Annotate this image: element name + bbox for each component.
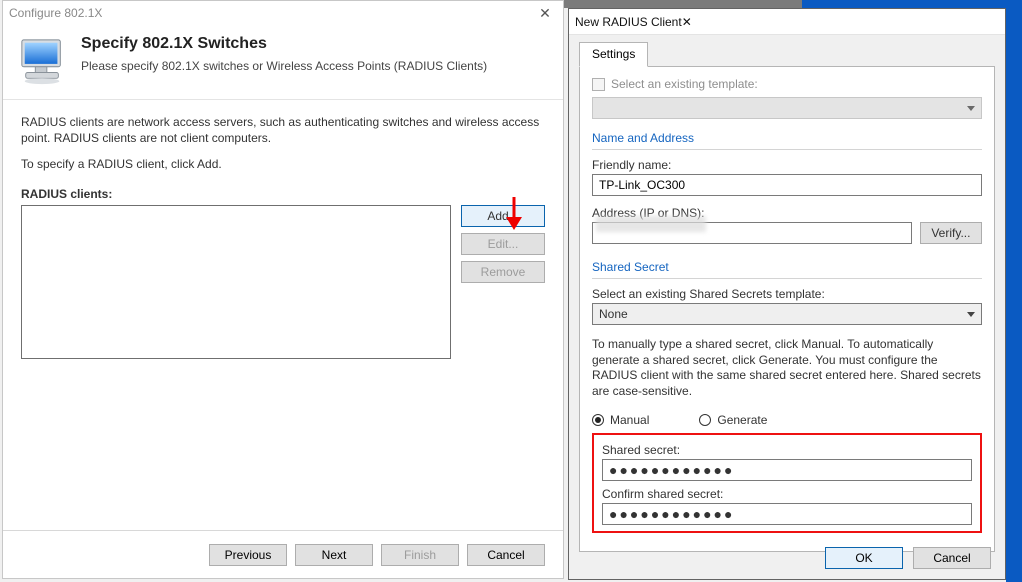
wizard-body: RADIUS clients are network access server… (3, 100, 563, 373)
window-title: Configure 802.1X (9, 6, 102, 20)
next-button[interactable]: Next (295, 544, 373, 566)
wizard-heading: Specify 802.1X Switches (81, 35, 487, 53)
shared-secret-label: Shared secret: (602, 443, 972, 457)
separator (592, 278, 982, 279)
dialog-title: New RADIUS Client (575, 15, 682, 29)
ok-button[interactable]: OK (825, 547, 903, 569)
separator (592, 149, 982, 150)
manual-help-text: To manually type a shared secret, click … (592, 337, 982, 399)
radio-generate-label: Generate (717, 413, 767, 427)
remove-button: Remove (461, 261, 545, 283)
confirm-secret-input[interactable]: ●●●●●●●●●●●● (602, 503, 972, 525)
select-template-label: Select an existing template: (611, 77, 758, 91)
finish-button: Finish (381, 544, 459, 566)
shared-secret-input[interactable]: ●●●●●●●●●●●● (602, 459, 972, 481)
confirm-secret-label: Confirm shared secret: (602, 487, 972, 501)
radio-icon (592, 414, 604, 426)
address-input[interactable] (592, 222, 912, 244)
radio-manual[interactable]: Manual (592, 413, 649, 427)
tab-settings[interactable]: Settings (579, 42, 648, 67)
select-template-checkbox: Select an existing template: (592, 77, 982, 91)
settings-tabpage: Select an existing template: Name and Ad… (579, 66, 995, 552)
shared-secret-template-label: Select an existing Shared Secrets templa… (592, 287, 982, 301)
combobox-value: None (599, 307, 628, 321)
radio-icon (699, 414, 711, 426)
checkbox-icon (592, 78, 605, 91)
previous-button[interactable]: Previous (209, 544, 287, 566)
annotation-highlight-box: Shared secret: ●●●●●●●●●●●● Confirm shar… (592, 433, 982, 533)
radio-manual-label: Manual (610, 413, 649, 427)
close-icon[interactable]: ✕ (533, 5, 557, 22)
monitor-icon (17, 35, 69, 87)
cancel-button[interactable]: Cancel (913, 547, 991, 569)
wizard-subheading: Please specify 802.1X switches or Wirele… (81, 59, 487, 73)
wizard-footer: Previous Next Finish Cancel (3, 530, 563, 578)
address-label: Address (IP or DNS): (592, 206, 982, 220)
wizard-header: Specify 802.1X Switches Please specify 8… (3, 25, 563, 100)
clients-label: RADIUS clients: (21, 187, 545, 201)
edit-button: Edit... (461, 233, 545, 255)
template-combobox-disabled (592, 97, 982, 119)
group-name-address: Name and Address (592, 131, 982, 145)
intro-text-1: RADIUS clients are network access server… (21, 114, 545, 146)
dialog-buttons: OK Cancel (825, 547, 991, 569)
configure-8021x-window: Configure 802.1X ✕ Specify 802.1X Switch… (2, 0, 564, 579)
close-icon[interactable]: ✕ (682, 15, 692, 29)
intro-text-2: To specify a RADIUS client, click Add. (21, 156, 545, 172)
tabstrip: Settings (569, 35, 1005, 66)
add-button[interactable]: Add... (461, 205, 545, 227)
friendly-name-label: Friendly name: (592, 158, 982, 172)
verify-button[interactable]: Verify... (920, 222, 982, 244)
group-shared-secret: Shared Secret (592, 260, 982, 274)
dialog-titlebar[interactable]: New RADIUS Client ✕ (569, 9, 1005, 35)
friendly-name-input[interactable] (592, 174, 982, 196)
radius-clients-listbox[interactable] (21, 205, 451, 359)
cancel-button[interactable]: Cancel (467, 544, 545, 566)
new-radius-client-dialog: New RADIUS Client ✕ Settings Select an e… (568, 8, 1006, 580)
desktop-background-side (1006, 20, 1022, 582)
radio-generate[interactable]: Generate (699, 413, 767, 427)
background-strip (564, 0, 804, 8)
shared-secret-template-combobox[interactable]: None (592, 303, 982, 325)
titlebar[interactable]: Configure 802.1X ✕ (3, 1, 563, 25)
